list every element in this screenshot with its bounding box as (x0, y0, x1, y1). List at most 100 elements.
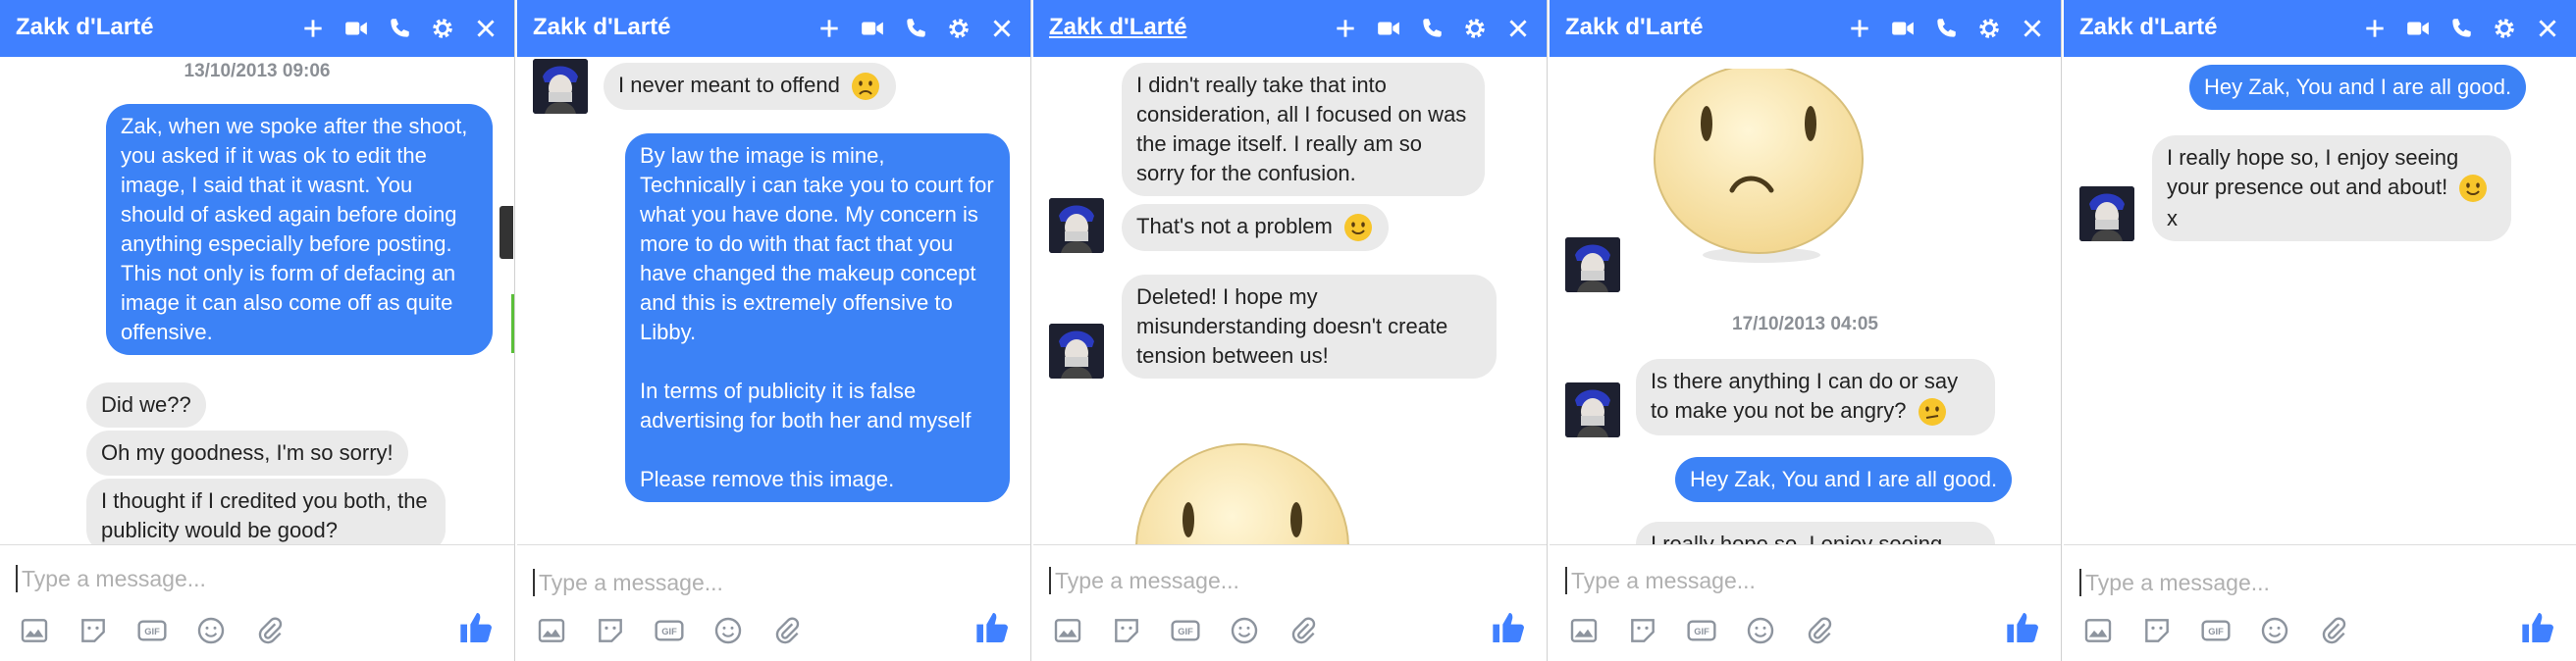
message-input[interactable]: Type a message... (1565, 567, 1756, 594)
message-input[interactable]: Type a message... (16, 565, 206, 592)
video-icon[interactable] (858, 14, 887, 43)
chat-title[interactable]: Zakk d'Larté (2079, 14, 2217, 41)
message-input[interactable]: Type a message... (2079, 569, 2270, 596)
gif-icon[interactable]: GIF (651, 612, 688, 649)
avatar[interactable] (1049, 324, 1104, 379)
smile-face-icon (1343, 214, 1372, 242)
gear-icon[interactable] (944, 14, 973, 43)
gif-icon[interactable]: GIF (1683, 612, 1720, 649)
chat-panel-4: Zakk d'Larté 17/10/2013 04:05 Is there a… (1550, 0, 2062, 661)
emoji-icon[interactable] (2256, 612, 2293, 649)
attach-icon[interactable] (2315, 612, 2352, 649)
message-list: 13/10/2013 09:06 Zak, when we spoke afte… (0, 57, 514, 545)
sticker-icon[interactable] (592, 612, 629, 649)
chat-title[interactable]: Zakk d'Larté (1565, 14, 1703, 41)
sticker-icon[interactable] (75, 612, 112, 649)
thumbs-up-icon[interactable] (2519, 608, 2558, 647)
confused-face-icon (1918, 398, 1946, 427)
phone-icon[interactable] (2446, 14, 2476, 43)
message-list: I never meant to offend By law the image… (517, 57, 1030, 545)
video-icon[interactable] (1374, 14, 1403, 43)
plus-icon[interactable] (2360, 14, 2390, 43)
chat-header: Zakk d'Larté (2064, 0, 2576, 57)
plus-icon[interactable] (1331, 14, 1360, 43)
photo-icon[interactable] (16, 612, 53, 649)
attach-icon[interactable] (1285, 612, 1322, 649)
gif-icon[interactable]: GIF (2197, 612, 2234, 649)
phone-icon[interactable] (901, 14, 930, 43)
plus-icon[interactable] (1845, 14, 1874, 43)
avatar[interactable] (533, 59, 588, 114)
chat-title[interactable]: Zakk d'Larté (1049, 14, 1186, 41)
gif-icon[interactable]: GIF (1167, 612, 1204, 649)
emoji-icon[interactable] (710, 612, 747, 649)
message-text: x (2167, 206, 2178, 231)
thumbs-up-icon[interactable] (457, 608, 497, 647)
avatar[interactable] (1565, 382, 1620, 437)
plus-icon[interactable] (815, 14, 844, 43)
avatar[interactable] (1049, 198, 1104, 253)
phone-icon[interactable] (385, 14, 414, 43)
close-icon[interactable] (2533, 14, 2562, 43)
chat-header: Zakk d'Larté (1550, 0, 2061, 57)
video-icon[interactable] (1888, 14, 1918, 43)
gear-icon[interactable] (428, 14, 457, 43)
timestamp: 17/10/2013 04:05 (1732, 314, 1878, 334)
close-icon[interactable] (987, 14, 1017, 43)
composer: Type a message... GIF (2064, 544, 2576, 661)
photo-icon[interactable] (2079, 612, 2117, 649)
gear-icon[interactable] (2490, 14, 2519, 43)
photo-icon[interactable] (1049, 612, 1086, 649)
thumbs-up-icon[interactable] (973, 608, 1013, 647)
video-icon[interactable] (342, 14, 371, 43)
sticker-icon[interactable] (2138, 612, 2176, 649)
close-icon[interactable] (2018, 14, 2047, 43)
emoji-icon[interactable] (1742, 612, 1779, 649)
video-icon[interactable] (2403, 14, 2433, 43)
phone-icon[interactable] (1931, 14, 1961, 43)
thumbs-up-icon[interactable] (1490, 608, 1529, 647)
message-input[interactable]: Type a message... (533, 569, 723, 596)
avatar[interactable] (2079, 186, 2134, 241)
outgoing-message: Hey Zak, You and I are all good. (2189, 65, 2527, 110)
photo-icon[interactable] (533, 612, 570, 649)
close-icon[interactable] (1503, 14, 1533, 43)
close-icon[interactable] (471, 14, 500, 43)
chat-title[interactable]: Zakk d'Larté (16, 14, 153, 41)
composer: Type a message... GIF (1033, 544, 1547, 661)
message-text: I never meant to offend (618, 73, 840, 97)
sad-face-icon (851, 73, 879, 101)
plus-icon[interactable] (298, 14, 328, 43)
svg-text:GIF: GIF (1694, 627, 1709, 636)
outgoing-message: Hey Zak, You and I are all good. (1675, 457, 2013, 502)
avatar[interactable] (1565, 237, 1620, 292)
message-text: That's not a problem (1136, 214, 1333, 238)
emoji-icon[interactable] (192, 612, 230, 649)
message-input[interactable]: Type a message... (1049, 567, 1239, 594)
thumbs-up-icon[interactable] (2004, 608, 2043, 647)
sticker-icon[interactable] (1624, 612, 1661, 649)
timestamp: 13/10/2013 09:06 (184, 61, 331, 81)
gif-icon[interactable]: GIF (133, 612, 171, 649)
phone-icon[interactable] (1417, 14, 1446, 43)
emoji-icon[interactable] (1226, 612, 1263, 649)
attach-icon[interactable] (251, 612, 289, 649)
chat-title[interactable]: Zakk d'Larté (533, 14, 670, 41)
side-tab[interactable] (499, 206, 513, 259)
photo-icon[interactable] (1565, 612, 1603, 649)
chat-header: Zakk d'Larté (1033, 0, 1547, 57)
gear-icon[interactable] (1974, 14, 2004, 43)
gear-icon[interactable] (1460, 14, 1490, 43)
large-sticker (1135, 443, 1349, 545)
attach-icon[interactable] (768, 612, 806, 649)
status-bar (511, 294, 514, 353)
sticker-icon[interactable] (1108, 612, 1145, 649)
incoming-message: I thought if I credited you both, the pu… (86, 479, 446, 545)
incoming-message: I really hope so, I enjoy seeing (1636, 522, 1995, 545)
message-list: Hey Zak, You and I are all good. I reall… (2064, 57, 2576, 545)
incoming-message: That's not a problem (1122, 204, 1389, 252)
svg-text:GIF: GIF (661, 627, 677, 636)
incoming-message: Oh my goodness, I'm so sorry! (86, 431, 408, 476)
composer: Type a message... GIF (517, 544, 1030, 661)
attach-icon[interactable] (1801, 612, 1838, 649)
